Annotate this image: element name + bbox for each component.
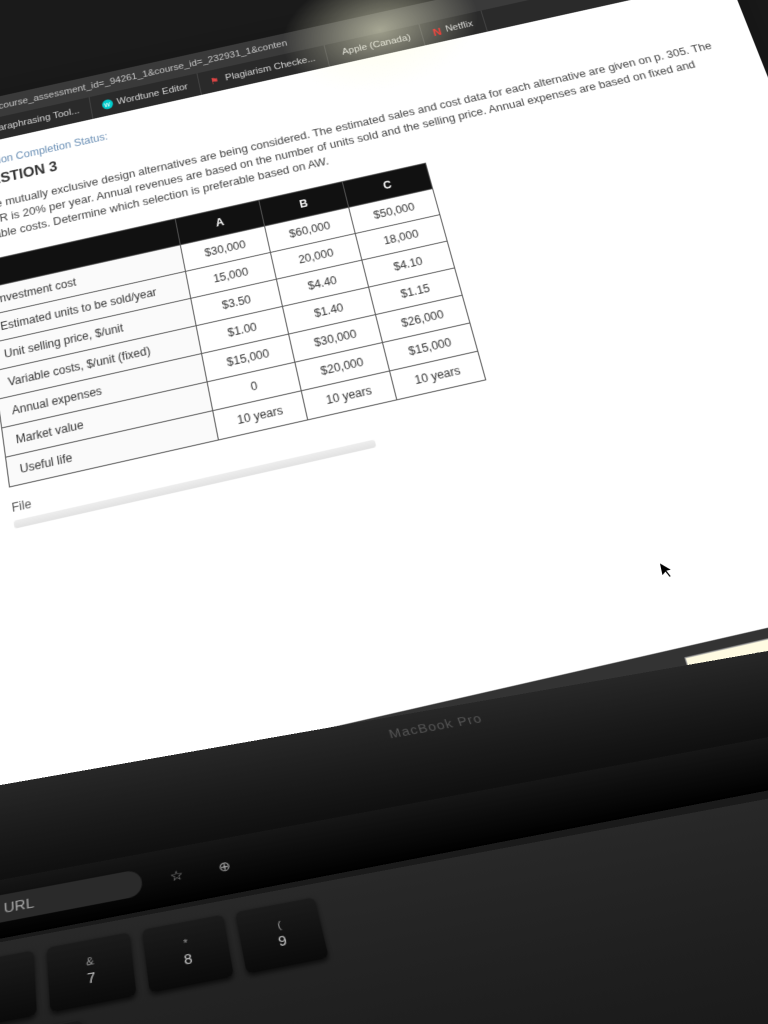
key-shift-label: ( [276,920,282,932]
keyboard-key[interactable]: (9 [235,896,329,973]
tab-label: Netflix [444,19,474,34]
key-shift-label: * [183,938,189,950]
keyboard-key[interactable]: &7 [46,931,136,1012]
keyboard-key[interactable]: *8 [142,914,234,993]
plus-circle-icon[interactable]: ⊕ [210,856,240,877]
wordtune-icon: w [101,99,113,111]
star-icon[interactable]: ☆ [162,865,192,886]
keyboard-key[interactable]: ^6 [0,949,37,1024]
key-shift-label: & [86,956,95,969]
key-main-label: 9 [277,932,288,949]
touchbar-search-placeholder: Search or type URL [0,895,34,936]
key-main-label: 8 [183,951,194,968]
flag-icon: ⚑ [209,75,222,87]
key-main-label: 7 [87,969,97,987]
file-label: File [11,497,32,515]
netflix-icon: N [431,25,443,38]
